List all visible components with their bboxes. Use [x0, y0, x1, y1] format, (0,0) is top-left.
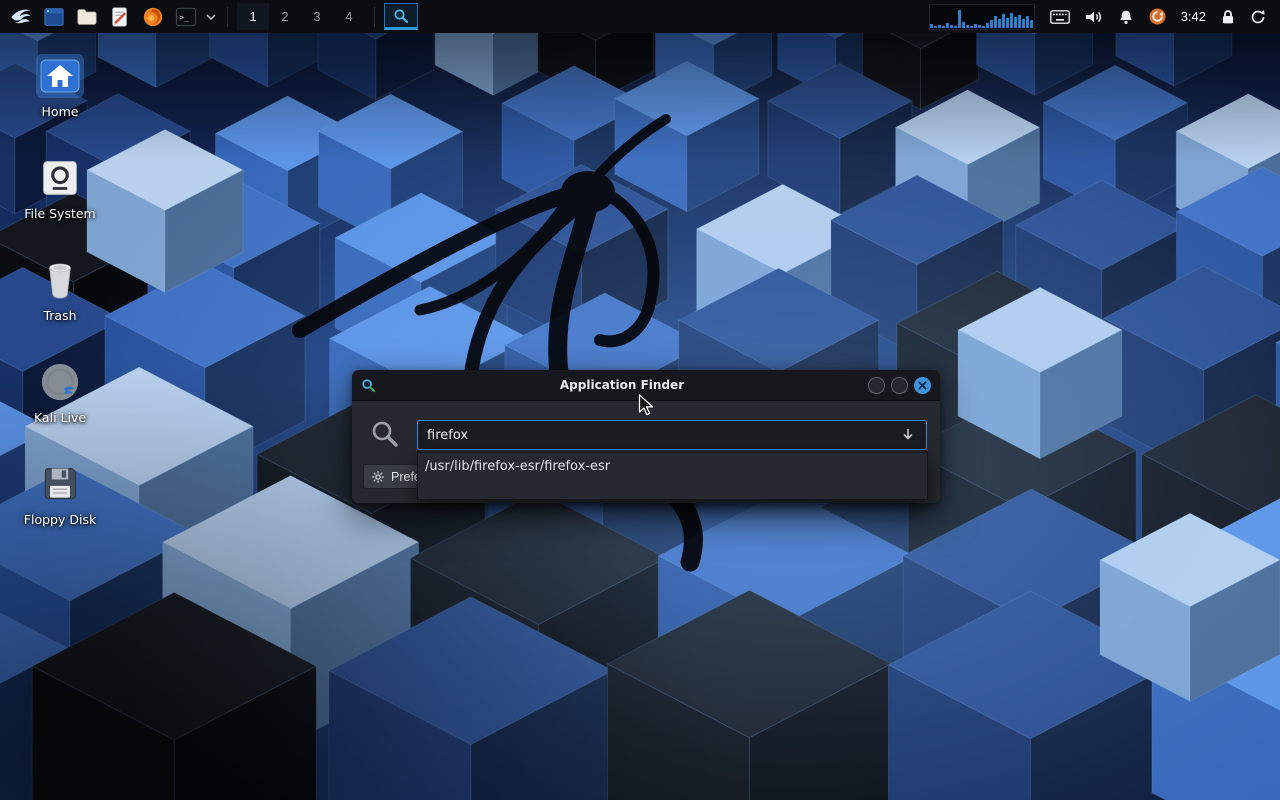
lock-icon — [1221, 9, 1235, 25]
firefox-icon — [142, 6, 164, 28]
clock-text: 3:42 — [1181, 9, 1206, 24]
session-icon — [1250, 9, 1266, 25]
volume-control[interactable] — [1085, 9, 1103, 25]
filesystem-icon — [40, 158, 80, 198]
desktop-icon-label: Home — [42, 104, 79, 119]
keyboard-icon — [1050, 10, 1070, 24]
search-icon — [370, 419, 400, 449]
gear-icon — [371, 470, 385, 484]
workspace-switcher: 1 2 3 4 — [237, 3, 365, 30]
chevron-down-icon — [206, 14, 216, 20]
text-editor-icon — [109, 6, 131, 28]
launcher-dropdown-button[interactable] — [204, 3, 218, 31]
kali-menu-button[interactable] — [6, 3, 36, 31]
search-result-item[interactable]: /usr/lib/firefox-esr/firefox-esr — [418, 453, 927, 479]
desktop-icon-label: File System — [24, 206, 96, 221]
text-editor-launcher[interactable] — [105, 3, 135, 31]
terminal-glyph: >_ — [179, 11, 189, 21]
desktop-icon-floppy-disk[interactable]: Floppy Disk — [16, 462, 104, 527]
desktop: >_ 1 2 3 4 — [0, 0, 1280, 800]
titlebar[interactable]: Application Finder — [352, 370, 940, 401]
application-finder-icon — [361, 378, 376, 393]
window-title: Application Finder — [382, 378, 862, 392]
home-icon — [40, 59, 80, 93]
folder-icon — [76, 6, 98, 28]
panel-separator — [374, 7, 375, 27]
desktop-icon-kali-live[interactable]: Kali Live — [16, 360, 104, 425]
firefox-launcher[interactable] — [138, 3, 168, 31]
application-finder-icon — [393, 8, 409, 24]
file-manager-launcher[interactable] — [39, 3, 69, 31]
updates-indicator[interactable] — [1149, 8, 1166, 25]
floppy-disk-icon — [40, 464, 80, 504]
keyboard-indicator[interactable] — [1050, 10, 1070, 24]
desktop-icon-file-system[interactable]: File System — [16, 156, 104, 221]
terminal-icon: >_ — [175, 6, 197, 28]
session-menu-button[interactable] — [1250, 9, 1266, 25]
expand-results-button[interactable] — [900, 427, 916, 443]
workspace-1[interactable]: 1 — [237, 3, 269, 30]
close-icon — [918, 381, 927, 390]
workspace-3[interactable]: 3 — [301, 3, 333, 30]
trash-icon — [41, 259, 79, 301]
desktop-icon-home[interactable]: Home — [16, 54, 104, 119]
search-input[interactable] — [417, 420, 927, 450]
workspace-2[interactable]: 2 — [269, 3, 301, 30]
kali-live-icon — [39, 361, 81, 403]
desktop-icon-label: Trash — [43, 308, 76, 323]
system-tray: 3:42 — [929, 4, 1274, 30]
cpu-graph — [929, 4, 1035, 30]
minimize-button[interactable] — [868, 377, 885, 394]
workspace-4[interactable]: 4 — [333, 3, 365, 30]
volume-icon — [1085, 9, 1103, 25]
search-results-popup: /usr/lib/firefox-esr/firefox-esr — [417, 452, 928, 500]
bell-icon — [1118, 9, 1134, 25]
folder-launcher[interactable] — [72, 3, 102, 31]
updates-icon — [1149, 8, 1166, 25]
maximize-button[interactable] — [891, 377, 908, 394]
file-manager-icon — [43, 6, 65, 28]
top-panel: >_ 1 2 3 4 — [0, 0, 1280, 33]
taskbar-application-finder[interactable] — [384, 3, 418, 30]
desktop-icon-trash[interactable]: Trash — [16, 258, 104, 323]
arrow-down-icon — [900, 427, 916, 443]
clock[interactable]: 3:42 — [1181, 9, 1206, 24]
desktop-icon-label: Floppy Disk — [24, 512, 96, 527]
terminal-launcher[interactable]: >_ — [171, 3, 201, 31]
lock-screen-button[interactable] — [1221, 9, 1235, 25]
notifications-button[interactable] — [1118, 9, 1134, 25]
panel-separator — [227, 7, 228, 27]
close-button[interactable] — [914, 377, 931, 394]
kali-logo — [9, 5, 33, 29]
desktop-icon-label: Kali Live — [34, 410, 86, 425]
desktop-icon-column: Home File System Trash — [16, 54, 104, 527]
cpu-graph-widget[interactable] — [929, 4, 1035, 30]
